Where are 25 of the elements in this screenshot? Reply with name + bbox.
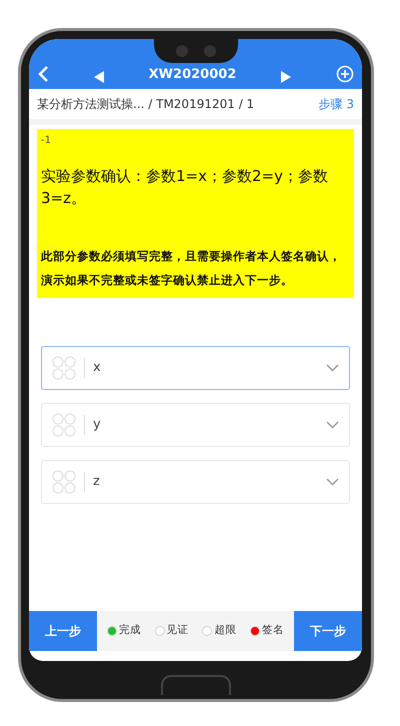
back-icon[interactable]: [37, 65, 49, 83]
grid-circles-icon: [52, 356, 76, 380]
header-title: XW2020002: [148, 68, 236, 81]
legend-label: 超限: [214, 623, 236, 638]
right-triangle-icon[interactable]: [281, 71, 292, 83]
chevron-down-icon: [326, 364, 339, 372]
marker-text: -1: [41, 134, 52, 148]
instruction-note: 此部分参数必须填写完整，且需要操作者本人签名确认，演示如果不完整或未签字确认禁止进入下一步。: [41, 248, 342, 289]
next-step-button[interactable]: 下一步: [294, 611, 362, 651]
select-field[interactable]: y: [41, 402, 350, 447]
left-triangle-icon[interactable]: [94, 71, 104, 83]
grid-circles-icon: [52, 412, 76, 437]
instruction-heading: 实验参数确认：参数1=x；参数2=y；参数3=z。: [41, 166, 329, 209]
chevron-down-icon: [326, 420, 339, 429]
legend-label: 见证: [166, 623, 189, 638]
legend-label: 完成: [118, 623, 141, 638]
step-label: 步骤 3: [318, 96, 354, 113]
select-field[interactable]: x: [41, 346, 350, 390]
grid-circles-icon: [52, 470, 76, 494]
previous-step-button[interactable]: 上一步: [29, 611, 97, 651]
select-field[interactable]: z: [41, 460, 350, 504]
breadcrumb-path: 某分析方法测试操... / TM20191201 / 1: [37, 96, 254, 113]
chevron-down-icon: [326, 478, 339, 486]
add-circle-icon[interactable]: [336, 65, 354, 83]
legend-label: 签名: [262, 623, 284, 638]
